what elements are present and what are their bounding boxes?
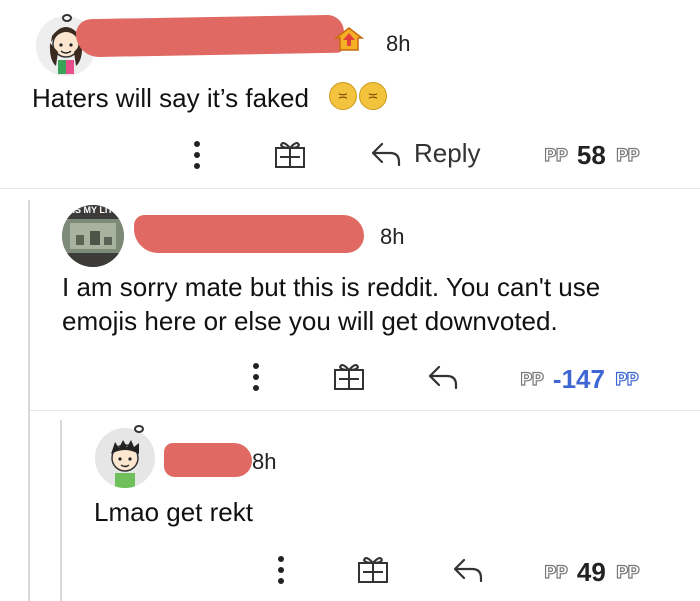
reply-button[interactable]: Reply [370,138,480,169]
moderator-badge-icon [333,26,365,52]
downvote-button[interactable]: PP [615,562,640,583]
antenna-icon [134,425,144,433]
thread-line [60,420,62,601]
avatar[interactable] [95,428,155,488]
avatar[interactable]: S IS MY LIT [62,205,124,267]
vote-bar: PP 58 PP [543,140,640,171]
more-vertical-icon[interactable] [192,140,202,170]
persevering-face-emoji: ≍ [359,82,387,110]
thread-line [28,200,30,601]
comment-text: Lmao get rekt [94,497,253,527]
comment-body: Haters will say it’s faked [32,81,309,115]
vote-score: 49 [576,557,606,587]
redacted-username [134,215,364,253]
gift-icon[interactable] [357,554,389,584]
comment-timestamp: 8h [252,449,277,474]
comment-body: Lmao get rekt [94,495,253,529]
comment-divider [30,410,700,411]
comment-timestamp: 8h [380,224,405,249]
vote-score: -147 [552,364,605,394]
downvote-button[interactable]: PP [615,145,640,166]
more-vertical-icon[interactable] [276,555,286,585]
antenna-icon [62,14,72,22]
reply-arrow-icon[interactable] [427,364,459,390]
redacted-username [164,443,252,477]
avatar-caption: S IS MY LIT [64,205,113,215]
redacted-username [75,14,345,58]
upvote-button[interactable]: PP [543,562,568,583]
persevering-face-emoji: ≍ [329,82,357,110]
upvote-button[interactable]: PP [519,369,544,390]
comment-body: I am sorry mate but this is reddit. You … [62,270,600,338]
more-vertical-icon[interactable] [251,362,261,392]
comment-text-line: emojis here or else you will get downvot… [62,306,558,336]
comment-divider [0,188,700,189]
reply-arrow-icon[interactable] [452,557,484,583]
comment-timestamp: 8h [386,31,411,56]
gift-icon[interactable] [274,139,306,169]
reply-arrow-icon [370,141,402,167]
gift-icon[interactable] [333,361,365,391]
downvote-button[interactable]: PP [614,369,639,390]
vote-bar: PP 49 PP [543,557,640,588]
comment-text: Haters will say it’s faked [32,83,309,113]
vote-score: 58 [576,140,606,170]
comment-text-line: I am sorry mate but this is reddit. You … [62,272,601,302]
emoji-pair: ≍ ≍ [329,82,387,110]
vote-bar: PP -147 PP [519,364,639,395]
upvote-button[interactable]: PP [543,145,568,166]
reply-label: Reply [414,138,481,168]
